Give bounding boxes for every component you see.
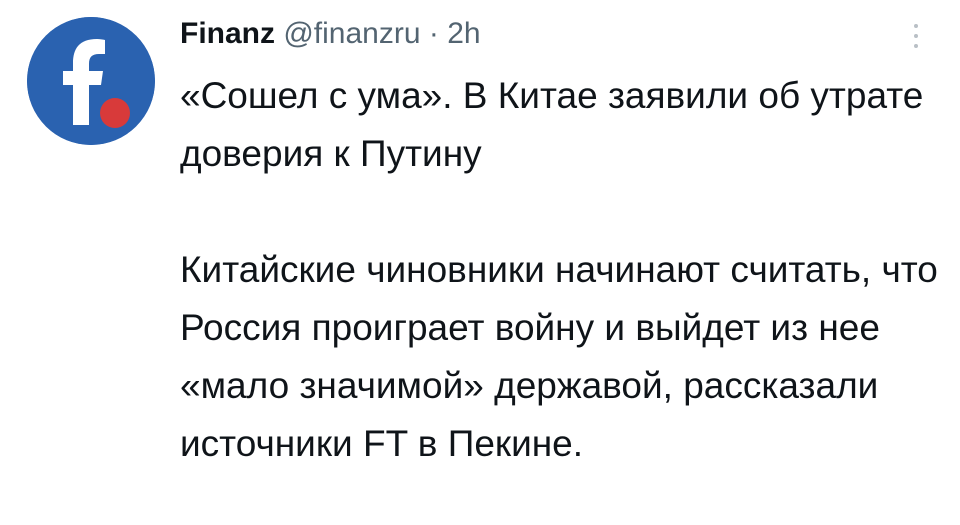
tweet[interactable]: Finanz @finanzru · 2h «Сошел с ума». В К… [0,0,960,525]
author-handle[interactable]: @finanzru [283,17,420,50]
separator-dot: · [428,17,439,50]
more-options-button[interactable] [906,24,926,54]
tweet-header: Finanz @finanzru · 2h [180,14,481,54]
author-name[interactable]: Finanz [180,17,275,50]
finanz-logo-icon [27,17,155,145]
author-avatar[interactable] [27,17,155,145]
tweet-headline: «Сошел с ума». В Китае заявили об утрате… [180,75,924,174]
tweet-body: Китайские чиновники начинают считать, чт… [180,249,938,464]
more-vertical-icon [906,24,926,48]
tweet-text: «Сошел с ума». В Китае заявили об утрате… [180,67,940,473]
timestamp[interactable]: 2h [447,17,480,50]
